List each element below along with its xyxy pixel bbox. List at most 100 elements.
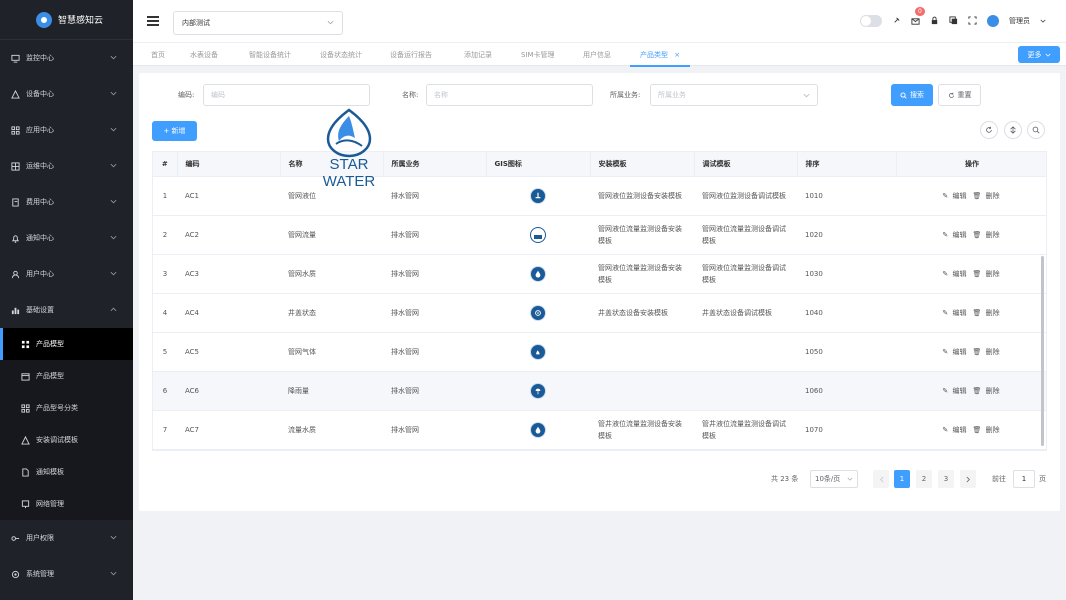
sidebar-sub-model-category[interactable]: 产品型号分类 bbox=[0, 392, 133, 424]
copy-icon[interactable] bbox=[949, 15, 958, 27]
sidebar-item-ops[interactable]: 运维中心 bbox=[0, 148, 133, 184]
tenant-select[interactable]: 内部测试 bbox=[173, 11, 343, 35]
edit-button[interactable]: ✎ 编辑 bbox=[942, 270, 968, 278]
menu-toggle-icon[interactable] bbox=[147, 14, 159, 29]
search-icon bbox=[1032, 126, 1040, 134]
lock-icon[interactable] bbox=[930, 16, 939, 27]
cell-index: 7 bbox=[153, 410, 177, 450]
page-button[interactable]: 3 bbox=[938, 470, 954, 488]
edit-button[interactable]: ✎ 编辑 bbox=[942, 231, 968, 239]
sidebar-sub-product-model[interactable]: 产品模型 bbox=[0, 328, 133, 360]
cell-code: AC3 bbox=[177, 254, 280, 294]
biz-label: 所属业务: bbox=[610, 91, 641, 99]
cell-debug-template: 管网液位流量监测设备调试模板 bbox=[694, 215, 797, 255]
edit-label: 编辑 bbox=[952, 347, 967, 356]
sidebar-sub-product-model-2[interactable]: 产品模型 bbox=[0, 360, 133, 392]
sidebar-item-user[interactable]: 用户中心 bbox=[0, 256, 133, 292]
sidebar-sub-notify-template[interactable]: 通知模板 bbox=[0, 456, 133, 488]
search-toggle-button[interactable] bbox=[1027, 121, 1045, 139]
tab-add-records[interactable]: 添加记录 bbox=[464, 43, 492, 67]
avatar[interactable] bbox=[987, 15, 999, 27]
density-button[interactable] bbox=[1004, 121, 1022, 139]
delete-button[interactable]: 🗑 删除 bbox=[972, 426, 1001, 434]
delete-button[interactable]: 🗑 删除 bbox=[972, 309, 1001, 317]
cell-ops: ✎ 编辑 🗑 删除 bbox=[896, 293, 1046, 333]
page-size-select[interactable]: 10条/页 bbox=[810, 470, 858, 488]
search-icon bbox=[900, 91, 907, 99]
tab-product-type[interactable]: 产品类型 × bbox=[630, 43, 691, 67]
chevron-down-icon bbox=[110, 54, 117, 62]
delete-button[interactable]: 🗑 删除 bbox=[972, 270, 1001, 278]
chevron-down-icon bbox=[1044, 53, 1051, 57]
column-header: GIS图标 bbox=[486, 152, 591, 177]
delete-button[interactable]: 🗑 删除 bbox=[972, 348, 1001, 356]
tab-water-device[interactable]: 水表设备 bbox=[190, 43, 218, 67]
column-header: 编码 bbox=[177, 152, 281, 177]
goto-page-input[interactable]: 1 bbox=[1013, 470, 1035, 488]
refresh-button[interactable] bbox=[980, 121, 998, 139]
prev-page-button[interactable] bbox=[873, 470, 889, 488]
brand-logo[interactable]: 智慧感知云 bbox=[0, 0, 133, 40]
notification-badge: 0 bbox=[915, 6, 925, 16]
page-button[interactable]: 1 bbox=[894, 470, 910, 488]
edit-button[interactable]: ✎ 编辑 bbox=[942, 387, 968, 395]
theme-toggle[interactable] bbox=[860, 15, 882, 27]
delete-label: 删除 bbox=[985, 386, 1000, 395]
next-page-button[interactable] bbox=[960, 470, 976, 488]
water-level-icon bbox=[530, 187, 546, 204]
category-icon bbox=[21, 403, 30, 413]
edit-button[interactable]: ✎ 编辑 bbox=[942, 192, 968, 200]
pin-icon[interactable] bbox=[892, 16, 901, 27]
delete-button[interactable]: 🗑 删除 bbox=[972, 192, 1001, 200]
edit-label: 编辑 bbox=[952, 308, 967, 317]
delete-label: 删除 bbox=[985, 347, 1000, 356]
fullscreen-icon[interactable] bbox=[968, 15, 977, 27]
delete-button[interactable]: 🗑 删除 bbox=[972, 231, 1001, 239]
tab-sim-manage[interactable]: SIM卡管理 bbox=[521, 43, 555, 67]
sidebar-item-system[interactable]: 系统管理 bbox=[0, 556, 133, 592]
tab-home[interactable]: 首页 bbox=[151, 43, 165, 67]
code-input[interactable]: 编码 bbox=[203, 84, 370, 106]
sidebar-item-monitor[interactable]: 监控中心 bbox=[0, 40, 133, 76]
sidebar-sub-network[interactable]: 网络管理 bbox=[0, 488, 133, 520]
tab-device-status-stats[interactable]: 设备状态统计 bbox=[320, 43, 362, 67]
search-button[interactable]: 搜索 bbox=[891, 84, 933, 106]
sidebar-item-notify[interactable]: 通知中心 bbox=[0, 220, 133, 256]
tab-device-run-report[interactable]: 设备运行报告 bbox=[390, 43, 432, 67]
tab-user-info[interactable]: 用户信息 bbox=[583, 43, 611, 67]
tab-smart-device-stats[interactable]: 智能设备统计 bbox=[249, 43, 291, 67]
cell-biz: 排水管网 bbox=[383, 371, 486, 411]
page-button[interactable]: 2 bbox=[916, 470, 932, 488]
tabs-more-button[interactable]: 更多 bbox=[1018, 46, 1060, 63]
chevron-down-icon[interactable] bbox=[1040, 17, 1046, 25]
edit-button[interactable]: ✎ 编辑 bbox=[942, 426, 968, 434]
table-scrollbar[interactable] bbox=[1041, 256, 1044, 446]
edit-button[interactable]: ✎ 编辑 bbox=[942, 348, 968, 356]
refresh-icon bbox=[948, 92, 954, 98]
sidebar-item-apps[interactable]: 应用中心 bbox=[0, 112, 133, 148]
sidebar-sub-label: 产品模型 bbox=[36, 372, 64, 380]
add-button[interactable]: + 新增 bbox=[152, 121, 197, 141]
sidebar-item-settings[interactable]: 基础设置 bbox=[0, 292, 133, 328]
mail-icon[interactable]: 0 bbox=[911, 6, 925, 26]
edit-button[interactable]: ✎ 编辑 bbox=[942, 309, 968, 317]
delete-button[interactable]: 🗑 删除 bbox=[972, 387, 1001, 395]
sidebar-item-fee[interactable]: 费用中心 bbox=[0, 184, 133, 220]
sidebar: 智慧感知云 监控中心 设备中心 应用中心 运维中心 费用中心 通知中心 用户中心… bbox=[0, 0, 133, 600]
chevron-down-icon bbox=[110, 234, 117, 242]
reset-button[interactable]: 重置 bbox=[938, 84, 981, 106]
name-input[interactable]: 名称 bbox=[426, 84, 593, 106]
sidebar-sub-label: 产品型号分类 bbox=[36, 404, 78, 412]
cell-code: AC2 bbox=[177, 215, 280, 255]
sidebar-item-device[interactable]: 设备中心 bbox=[0, 76, 133, 112]
chevron-down-icon bbox=[110, 198, 117, 206]
ops-icon bbox=[10, 161, 20, 171]
close-icon[interactable]: × bbox=[674, 51, 680, 59]
sidebar-sub-install-template[interactable]: 安装调试模板 bbox=[0, 424, 133, 456]
sidebar-item-permissions[interactable]: 用户权限 bbox=[0, 520, 133, 556]
chevron-down-icon bbox=[110, 270, 117, 278]
biz-select[interactable]: 所属业务 bbox=[650, 84, 818, 106]
cell-biz: 排水管网 bbox=[383, 176, 486, 216]
sidebar-item-label: 设备中心 bbox=[26, 90, 54, 98]
user-name[interactable]: 管理员 bbox=[1009, 16, 1030, 26]
